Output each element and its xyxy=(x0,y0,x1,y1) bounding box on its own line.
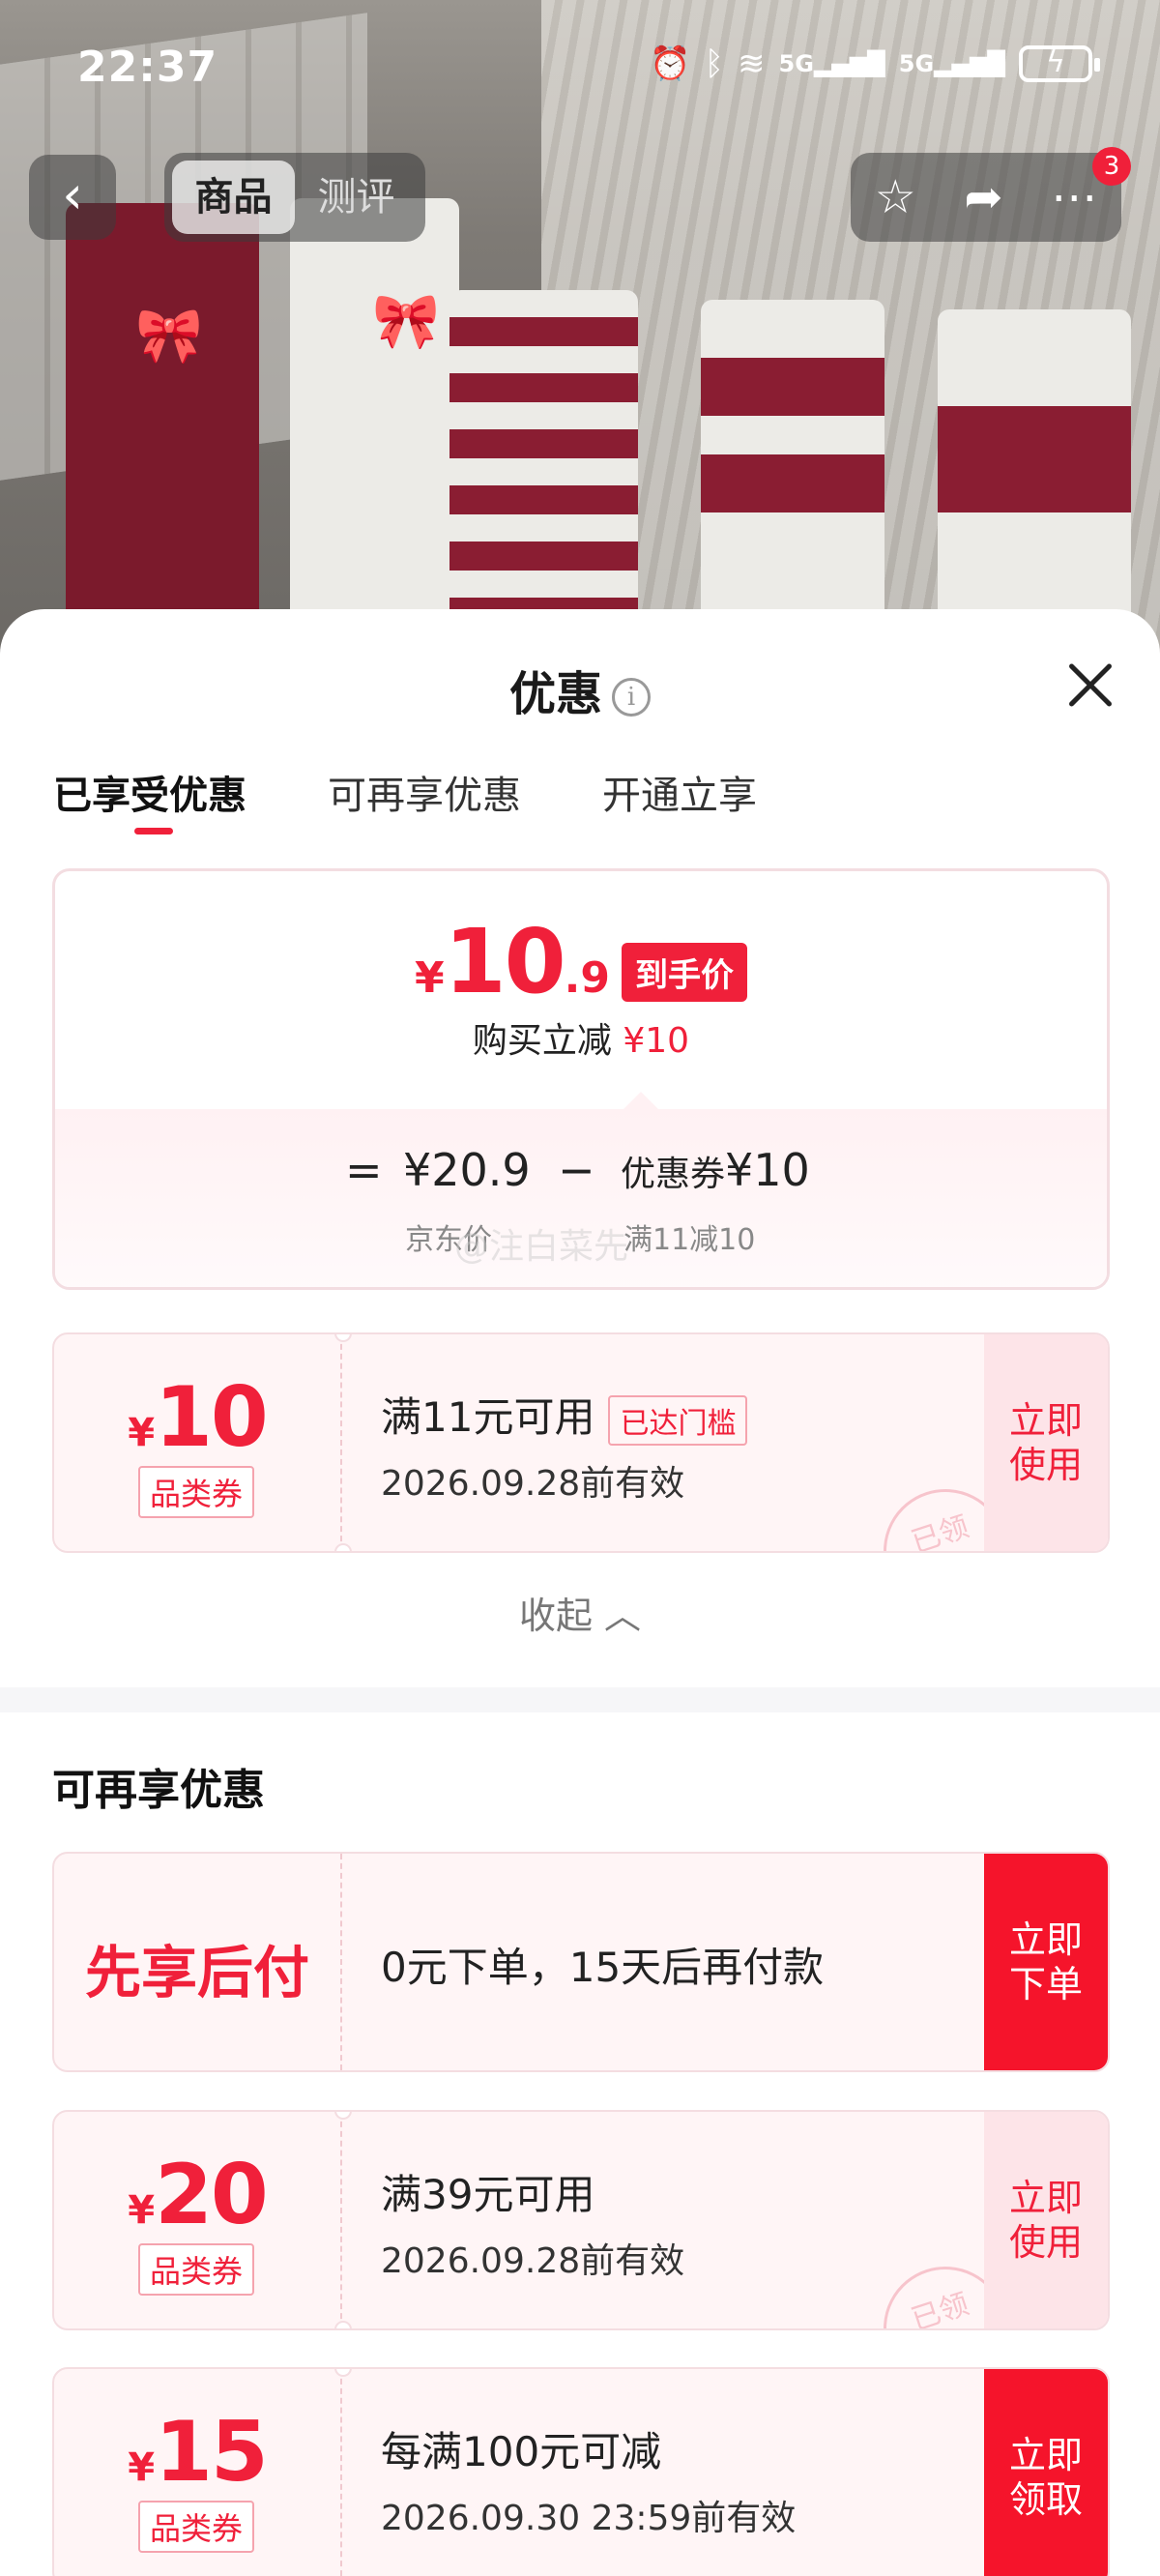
collapse-label: 收起 xyxy=(518,1595,593,1637)
amount-value: 15 xyxy=(155,2404,269,2501)
coupon-category: 品类券 xyxy=(138,2243,255,2296)
action-label: 立即使用 xyxy=(1008,2177,1083,2264)
tab-enjoyed[interactable]: 已享受优惠 xyxy=(53,764,246,834)
tab-review[interactable]: 测评 xyxy=(295,161,418,234)
coupon-category: 品类券 xyxy=(138,1466,255,1518)
action-label: 立即使用 xyxy=(1008,1399,1083,1486)
bow-icon: 🎀 xyxy=(135,305,203,367)
coupon-condition: 每满100元可减 xyxy=(381,2428,662,2475)
action-label: 立即领取 xyxy=(1008,2434,1083,2521)
close-icon[interactable] xyxy=(1063,658,1117,712)
more-icon[interactable]: ⋯ xyxy=(1051,170,1097,224)
price-decimal: .9 xyxy=(564,953,610,1003)
price-integer: 10 xyxy=(444,910,566,1013)
watermark: @注白菜先 xyxy=(454,1227,629,1267)
bow-icon: 🎀 xyxy=(372,290,440,353)
equals-sign: = xyxy=(345,1144,383,1196)
pay-later-left: 先享后付 xyxy=(54,1854,342,2070)
tab-product[interactable]: 商品 xyxy=(172,161,295,234)
coupon-amount: ¥10 xyxy=(54,1369,340,1466)
amount-value: 20 xyxy=(155,2147,269,2243)
threshold-badge: 已达门槛 xyxy=(608,1394,748,1446)
sheet-title-text: 优惠 xyxy=(508,667,602,721)
use-now-button[interactable]: 立即使用 xyxy=(984,2112,1108,2328)
coupon-value: ¥10 xyxy=(725,1144,810,1196)
sheet-title: 优惠 i xyxy=(0,656,1160,723)
message-badge: 3 xyxy=(1092,147,1131,186)
reduce-value: ¥10 xyxy=(623,1021,690,1061)
alarm-icon: ⏰ xyxy=(650,44,691,83)
coupon-validity: 2026.09.28前有效 xyxy=(381,2241,685,2281)
currency-symbol: ¥ xyxy=(128,2445,156,2490)
share-icon[interactable]: ➦ xyxy=(964,170,1002,224)
coupon-card-20: ¥20 品类券 满39元可用 2026.09.28前有效 已领 立即使用 xyxy=(52,2110,1110,2330)
coupon-condition: 满11元可用 已达门槛 xyxy=(381,1385,748,1446)
action-label: 立即下单 xyxy=(1008,1918,1083,2005)
coupon-deduction: 优惠券¥10 xyxy=(621,1144,810,1196)
condition-text: 满11元可用 xyxy=(381,1393,595,1441)
chevron-left-icon: ‹ xyxy=(62,164,83,225)
final-price-tag: 到手价 xyxy=(622,942,747,1002)
tab-more[interactable]: 可再享优惠 xyxy=(328,764,521,820)
coupon-validity: 2026.09.28前有效 xyxy=(381,1464,685,1504)
reduce-line: 购买立减 ¥10 xyxy=(55,1012,1107,1063)
star-icon[interactable]: ☆ xyxy=(875,170,916,224)
currency-symbol: ¥ xyxy=(415,953,445,1003)
pay-later-title: 先享后付 xyxy=(84,1940,309,2005)
bluetooth-icon: ᛒ xyxy=(704,44,725,83)
signal-icon: 5G▂▄▆█ xyxy=(898,50,1005,77)
amount-value: 10 xyxy=(155,1369,269,1466)
section-title: 可再享优惠 xyxy=(52,1766,265,1815)
status-icons: ⏰ ᛒ ≋ 5G▂▄▆█ 5G▂▄▆█ ϟ xyxy=(650,44,1100,83)
pay-later-card: 先享后付 0元下单，15天后再付款 立即下单 xyxy=(52,1852,1110,2072)
tab-membership[interactable]: 开通立享 xyxy=(602,764,757,820)
chevron-up-icon: ︿ xyxy=(604,1595,642,1637)
pay-later-desc: 0元下单，15天后再付款 xyxy=(381,1944,825,1991)
battery-icon: ϟ xyxy=(1019,45,1100,82)
coupon-label: 优惠券 xyxy=(621,1155,726,1194)
status-time: 22:37 xyxy=(77,43,218,92)
currency-symbol: ¥ xyxy=(128,2188,156,2233)
use-now-button[interactable]: 立即使用 xyxy=(984,1334,1108,1551)
sock-white xyxy=(290,198,459,677)
coupon-amount: ¥15 xyxy=(54,2404,340,2501)
info-icon[interactable]: i xyxy=(612,678,651,717)
final-price: ¥10.9 到手价 xyxy=(55,910,1107,1013)
minus-sign: − xyxy=(558,1144,595,1196)
sock-burgundy xyxy=(66,203,259,677)
coupon-card-enjoyed: ¥10 品类券 满11元可用 已达门槛 2026.09.28前有效 已领 立即使用 xyxy=(52,1332,1110,1553)
discount-tabs: 已享受优惠 可再享优惠 开通立享 xyxy=(53,764,757,834)
coupon-left: ¥10 品类券 xyxy=(54,1334,342,1551)
status-bar: 22:37 ⏰ ᛒ ≋ 5G▂▄▆█ 5G▂▄▆█ ϟ xyxy=(0,0,1160,135)
claim-now-button[interactable]: 立即领取 xyxy=(984,2369,1108,2576)
coupon-left: ¥15 品类券 xyxy=(54,2369,342,2576)
reduce-label: 购买立减 xyxy=(472,1021,612,1061)
back-button[interactable]: ‹ xyxy=(29,155,116,240)
coupon-rule: 满11减10 xyxy=(624,1223,756,1257)
coupon-condition: 满39元可用 xyxy=(381,2171,595,2218)
signal-icon: 5G▂▄▆█ xyxy=(778,50,885,77)
wifi-icon: ≋ xyxy=(738,44,766,83)
coupon-card-15: ¥15 品类券 每满100元可减 2026.09.30 23:59前有效 立即领… xyxy=(52,2367,1110,2576)
notch xyxy=(334,1543,352,1551)
notch xyxy=(334,2321,352,2328)
product-nav-tabs: 商品 测评 xyxy=(164,153,425,242)
nav-actions: ☆ ➦ ⋯ xyxy=(851,153,1121,242)
coupon-left: ¥20 品类券 xyxy=(54,2112,342,2328)
jd-price: ¥20.9 xyxy=(403,1144,531,1196)
order-now-button[interactable]: 立即下单 xyxy=(984,1854,1108,2070)
coupon-category: 品类券 xyxy=(138,2501,255,2553)
currency-symbol: ¥ xyxy=(128,1411,156,1455)
coupon-amount: ¥20 xyxy=(54,2147,340,2243)
caret xyxy=(624,1092,658,1109)
coupon-validity: 2026.09.30 23:59前有效 xyxy=(381,2499,797,2538)
section-divider xyxy=(0,1687,1160,1712)
collapse-button[interactable]: 收起 ︿ xyxy=(0,1586,1160,1639)
